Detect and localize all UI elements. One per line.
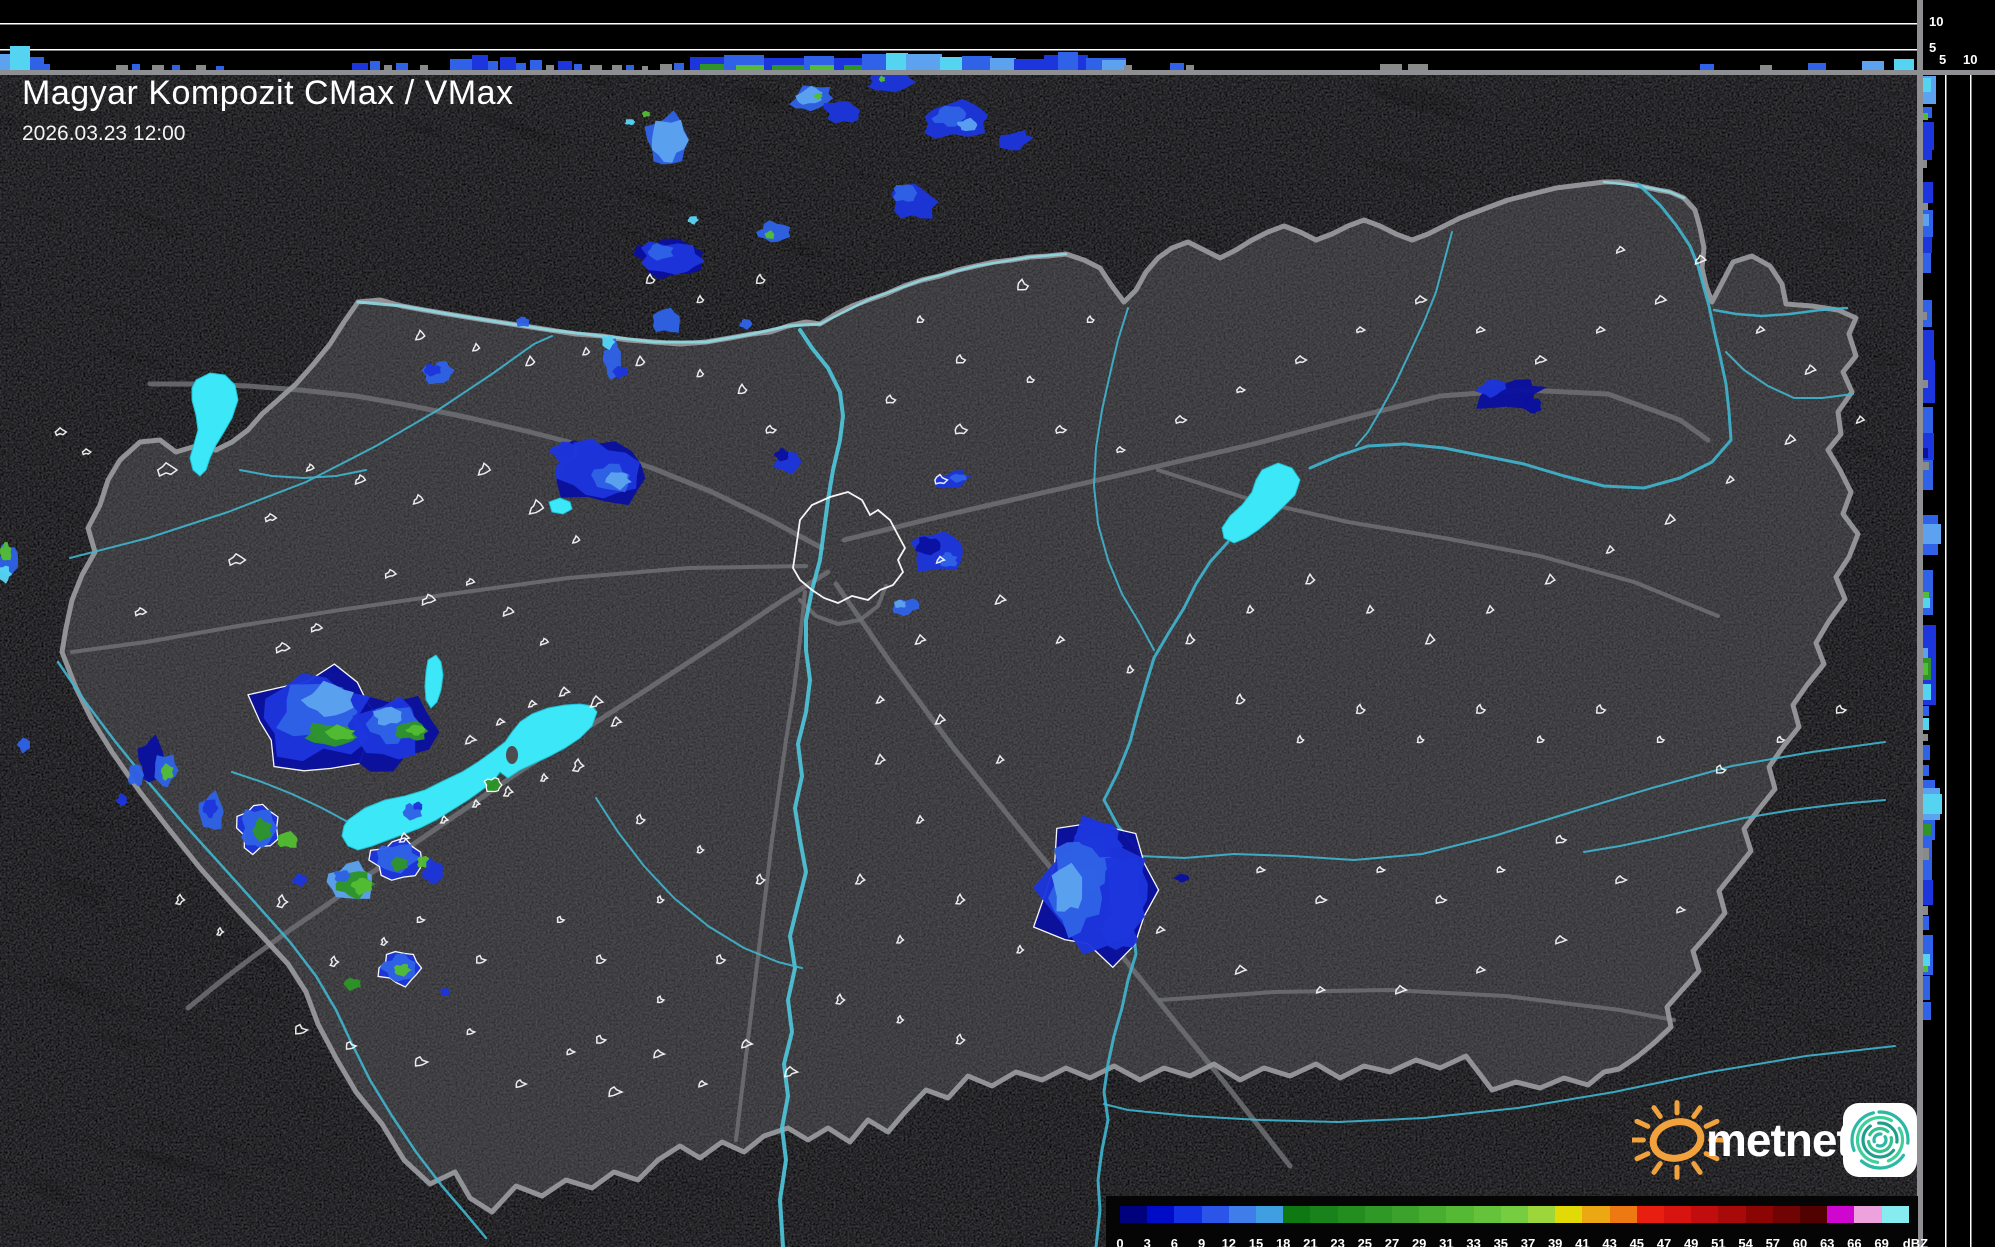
profile-axis-corner: 10 5 5 10 [1923, 0, 1995, 70]
page-title: Magyar Kompozit CMax / VMax [22, 74, 514, 112]
dbz-colorbar: 0 3 6 9 12 15 18 21 23 25 27 29 31 33 35 37 39 41 43 45 47 49… [1106, 1196, 1928, 1247]
top-axis-km-label: 10 [1929, 14, 1944, 29]
colorbar-cell [1500, 1206, 1529, 1223]
colorbar-tick-label: 54 [1738, 1236, 1753, 1247]
colorbar-cell [1827, 1206, 1855, 1223]
colorbar-cell [1364, 1206, 1393, 1223]
top-axis-km-label: 5 [1929, 40, 1937, 55]
top-height-profile [0, 0, 1920, 70]
colorbar-unit-label: dBZ [1902, 1236, 1929, 1247]
right-height-profile [1923, 75, 1995, 1247]
colorbar-cell [1718, 1206, 1747, 1223]
colorbar-tick-label: 9 [1197, 1236, 1206, 1247]
colorbar-cell [1636, 1206, 1665, 1223]
colorbar-cell [1745, 1206, 1774, 1223]
colorbar-cell [1772, 1206, 1801, 1223]
colorbar-cell [1691, 1206, 1719, 1223]
brand-text: metnet [1706, 1114, 1851, 1166]
colorbar-tick-label: 18 [1275, 1236, 1291, 1247]
colorbar-tick-label: 21 [1303, 1236, 1318, 1247]
radar-map [0, 0, 1995, 1247]
colorbar-tick-label: 47 [1656, 1236, 1672, 1247]
colorbar-tick-label: 45 [1629, 1236, 1645, 1247]
colorbar-cell [1555, 1206, 1583, 1223]
colorbar-cell [1609, 1206, 1638, 1223]
colorbar-cell [1147, 1206, 1175, 1223]
colorbar-tick-label: 51 [1711, 1236, 1726, 1247]
colorbar-tick-label: 29 [1411, 1236, 1427, 1247]
colorbar-tick-label: 23 [1330, 1236, 1345, 1247]
colorbar-tick-label: 12 [1221, 1236, 1237, 1247]
colorbar-cell [1337, 1206, 1366, 1223]
colorbar-cell [1528, 1206, 1556, 1223]
colorbar-tick-label: 37 [1520, 1236, 1536, 1247]
radar-app: 10 5 5 10 Magyar Kompozit CMax / VMax 2026.… [0, 0, 1995, 1247]
colorbar-cell [1310, 1206, 1339, 1223]
title-block: Magyar Kompozit CMax / VMax 2026.03.23 1… [22, 74, 514, 146]
metnet-logo: metnet [1632, 1092, 1922, 1188]
colorbar-cell [1664, 1206, 1692, 1223]
colorbar-cell [1473, 1206, 1502, 1223]
colorbar-tick-label: 60 [1792, 1236, 1808, 1247]
colorbar-tick-label: 69 [1874, 1236, 1889, 1247]
colorbar-cell [1881, 1206, 1910, 1223]
colorbar-tick-label: 57 [1765, 1236, 1781, 1247]
colorbar-cell [1582, 1206, 1611, 1223]
right-axis-km-label: 10 [1963, 52, 1978, 67]
colorbar-tick-label: 15 [1248, 1236, 1264, 1247]
colorbar-tick-label: 27 [1384, 1236, 1400, 1247]
colorbar-cell [1800, 1206, 1828, 1223]
colorbar-cell [1419, 1206, 1447, 1223]
colorbar-cell [1283, 1206, 1311, 1223]
right-axis-km-label: 5 [1939, 52, 1947, 67]
colorbar-tick-label: 25 [1357, 1236, 1373, 1247]
colorbar-tick-label: 41 [1575, 1236, 1590, 1247]
colorbar-cell [1854, 1206, 1883, 1223]
colorbar-cell [1201, 1206, 1230, 1223]
colorbar-tick-label: 43 [1602, 1236, 1617, 1247]
colorbar-tick-label: 63 [1819, 1236, 1835, 1247]
colorbar-tick-label: 66 [1847, 1236, 1862, 1247]
colorbar-tick-label: 33 [1466, 1236, 1481, 1247]
colorbar-tick-label: 31 [1439, 1236, 1454, 1247]
app-spiral-icon [1843, 1103, 1917, 1177]
colorbar-tick-label: 35 [1493, 1236, 1509, 1247]
colorbar-cell [1174, 1206, 1203, 1223]
colorbar-cell [1256, 1206, 1284, 1223]
timestamp: 2026.03.23 12:00 [22, 122, 186, 145]
colorbar-tick-label: 6 [1170, 1236, 1179, 1247]
colorbar-tick-label: 49 [1683, 1236, 1699, 1247]
colorbar-cell [1446, 1206, 1475, 1223]
colorbar-tick-label: 39 [1547, 1236, 1563, 1247]
colorbar-tick-label: 0 [1116, 1236, 1124, 1247]
colorbar-tick-label: 3 [1143, 1236, 1151, 1247]
colorbar-cell [1392, 1206, 1420, 1223]
map-frame-vertical [1917, 0, 1923, 1247]
colorbar-cell [1120, 1206, 1148, 1223]
colorbar-cell [1228, 1206, 1257, 1223]
